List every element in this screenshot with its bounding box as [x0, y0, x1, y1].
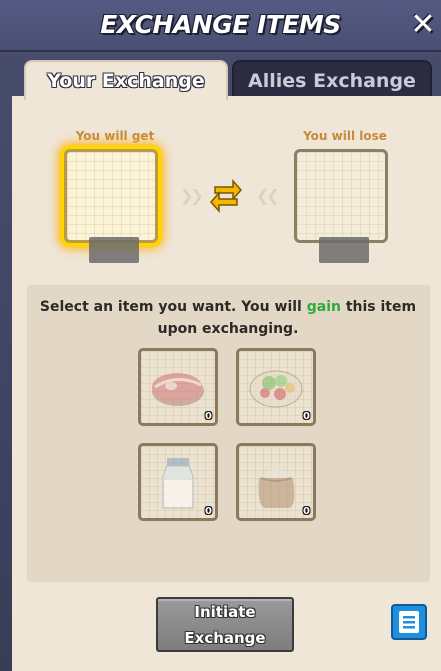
item-quantity: 0: [303, 411, 310, 422]
get-slot-tag: [89, 237, 139, 263]
initiate-label-line2: Exchange: [184, 629, 266, 647]
close-icon[interactable]: ✕: [407, 10, 439, 42]
gain-word: gain: [306, 299, 341, 315]
item-quantity: 0: [205, 411, 212, 422]
exchange-log-button[interactable]: [391, 604, 427, 640]
page-title: EXCHANGE ITEMS: [100, 10, 341, 39]
get-slot[interactable]: [64, 149, 158, 243]
initiate-exchange-button[interactable]: Initiate Exchange: [156, 597, 294, 652]
tab-your-exchange[interactable]: Your Exchange: [24, 60, 228, 100]
swap-arrows-icon: [209, 179, 243, 213]
scroll-log-icon: [399, 611, 419, 633]
header-bar: EXCHANGE ITEMS ✕: [0, 0, 441, 52]
tab-allies-exchange[interactable]: Allies Exchange: [232, 60, 432, 100]
lose-slot-tag: [319, 237, 369, 263]
you-will-get-label: You will get: [75, 129, 155, 143]
flour-sack-icon: [258, 469, 295, 508]
item-milk[interactable]: 0: [138, 443, 218, 521]
chevron-right-icon: ❯❯: [180, 186, 204, 205]
instruction-text: Select an item you want. You will gain t…: [39, 299, 417, 337]
item-quantity: 0: [303, 506, 310, 517]
you-will-lose-label: You will lose: [303, 129, 387, 143]
item-vegetables[interactable]: 0: [236, 348, 316, 426]
item-flour[interactable]: 0: [236, 443, 316, 521]
item-meat[interactable]: 0: [138, 348, 218, 426]
milk-bottle-icon: [162, 458, 194, 509]
initiate-label-line1: Initiate: [194, 603, 256, 621]
lose-slot[interactable]: [294, 149, 388, 243]
item-quantity: 0: [205, 506, 212, 517]
meat-icon: [152, 373, 204, 406]
chevron-left-icon: ❮❮: [256, 186, 280, 205]
vegetable-bowl-icon: [249, 370, 303, 408]
